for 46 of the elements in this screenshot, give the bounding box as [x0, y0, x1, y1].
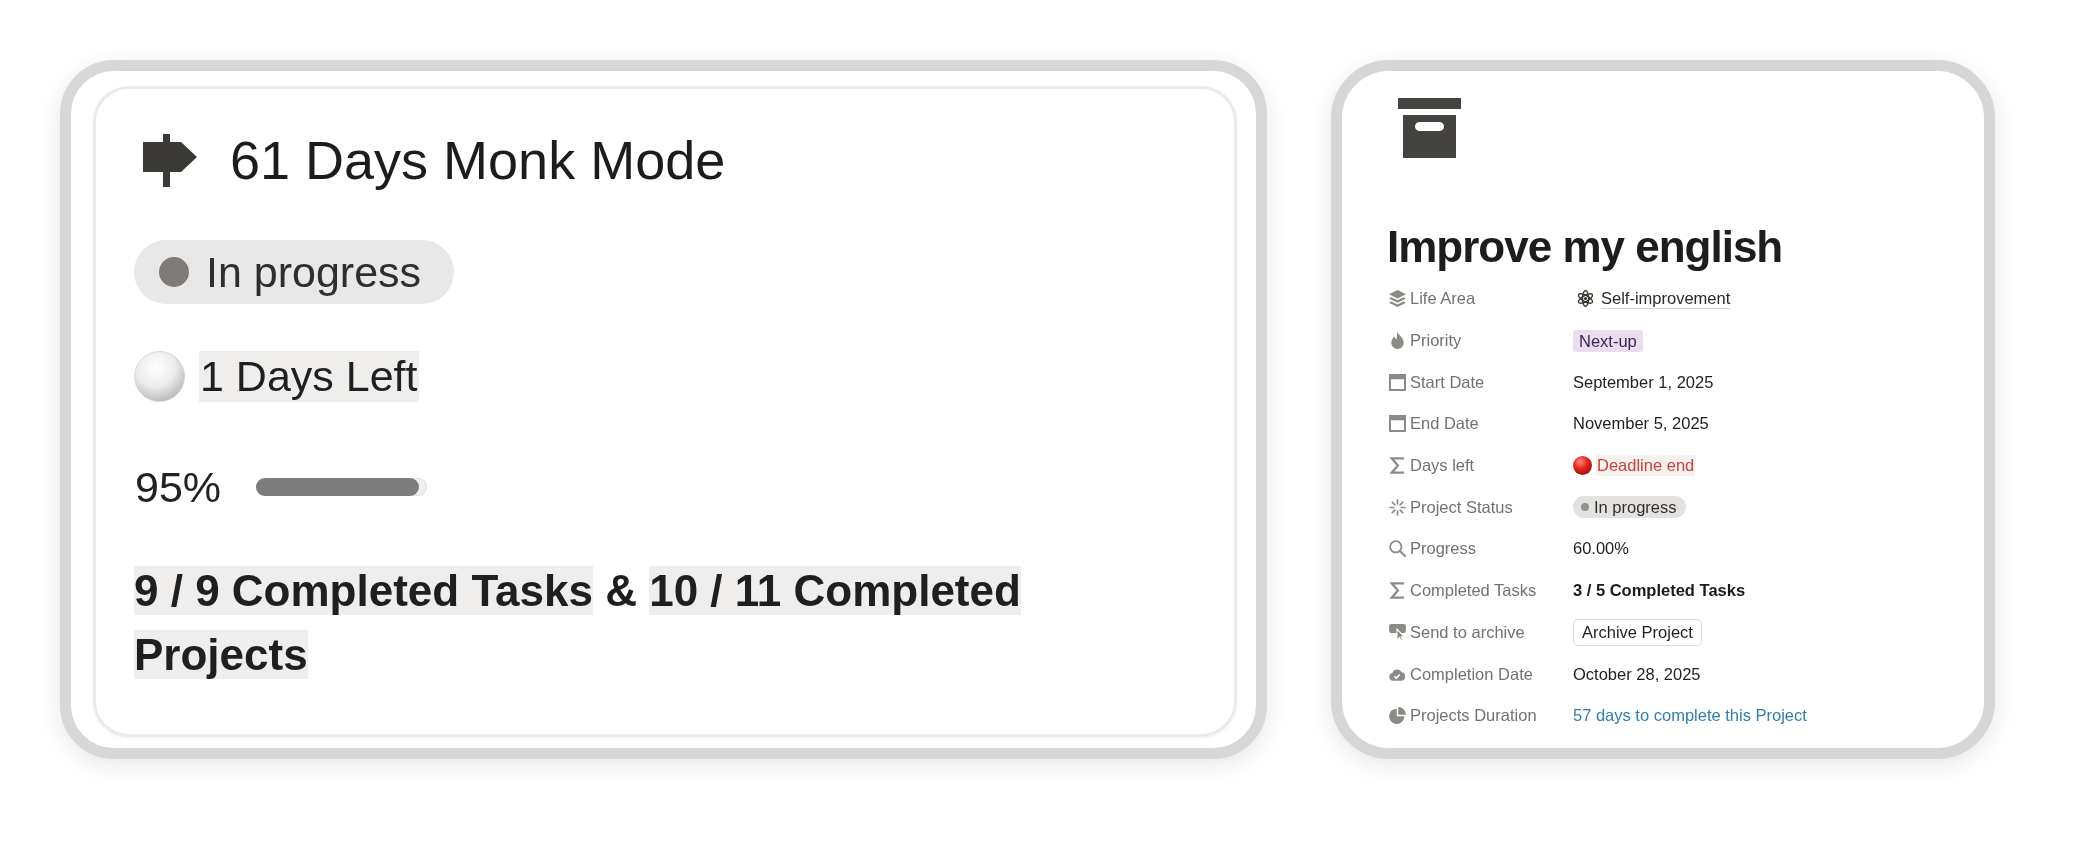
pie-chart-icon	[1389, 707, 1406, 725]
deadline-text: Deadline end	[1596, 455, 1696, 477]
signpost-icon	[143, 133, 197, 187]
circle-icon	[134, 351, 185, 402]
property-label: Life Area	[1410, 289, 1476, 309]
property-label: Progress	[1410, 539, 1477, 559]
sigma-icon	[1389, 457, 1406, 475]
deadline-dot-icon	[1573, 456, 1592, 476]
status-label: In progress	[1594, 497, 1677, 517]
property-label: Days left	[1410, 456, 1475, 476]
property-value: September 1, 2025	[1573, 372, 1714, 392]
flame-icon	[1389, 332, 1406, 350]
property-value: 3 / 5 Completed Tasks	[1573, 581, 1746, 601]
property-value: November 5, 2025	[1573, 414, 1709, 434]
property-value: October 28, 2025	[1573, 664, 1701, 684]
property-label: End Date	[1410, 414, 1479, 434]
property-label: Send to archive	[1410, 622, 1525, 642]
sigma-icon	[1389, 582, 1406, 600]
property-label: Completion Date	[1410, 664, 1533, 684]
project-title: 61 Days Monk Mode	[230, 130, 726, 190]
page-title: Improve my english	[1387, 221, 1783, 273]
property-label: Completed Tasks	[1410, 581, 1537, 601]
layers-icon	[1389, 290, 1406, 308]
priority-tag: Next-up	[1573, 329, 1643, 352]
days-left-text: 1 Days Left	[199, 351, 419, 402]
atom-icon	[1577, 290, 1594, 308]
property-label: Priority	[1410, 331, 1462, 351]
property-label: Project Status	[1410, 497, 1513, 517]
calendar-icon	[1389, 373, 1406, 391]
status-dot-icon	[1581, 503, 1589, 512]
button-cursor-icon	[1389, 623, 1406, 641]
search-icon	[1389, 540, 1406, 558]
archive-button[interactable]: Archive Project	[1573, 618, 1702, 646]
duration-text: 57 days to complete this Project	[1573, 706, 1807, 726]
relation-link[interactable]: Self-improvement	[1601, 288, 1731, 310]
property-label: Projects Duration	[1410, 706, 1537, 726]
completion-summary: 9 / 9 Completed Tasks & 10 / 11 Completed Projects	[134, 565, 1022, 681]
property-value: 60.00%	[1573, 539, 1629, 559]
cloud-check-icon	[1389, 667, 1406, 681]
spinner-icon	[1389, 498, 1406, 516]
status-dot-icon	[159, 257, 189, 287]
progress-percent: 95%	[135, 462, 222, 512]
property-label: Start Date	[1410, 372, 1485, 392]
status-label: In progress	[206, 247, 422, 297]
calendar-icon	[1389, 415, 1406, 433]
archive-box-icon	[1398, 98, 1461, 158]
